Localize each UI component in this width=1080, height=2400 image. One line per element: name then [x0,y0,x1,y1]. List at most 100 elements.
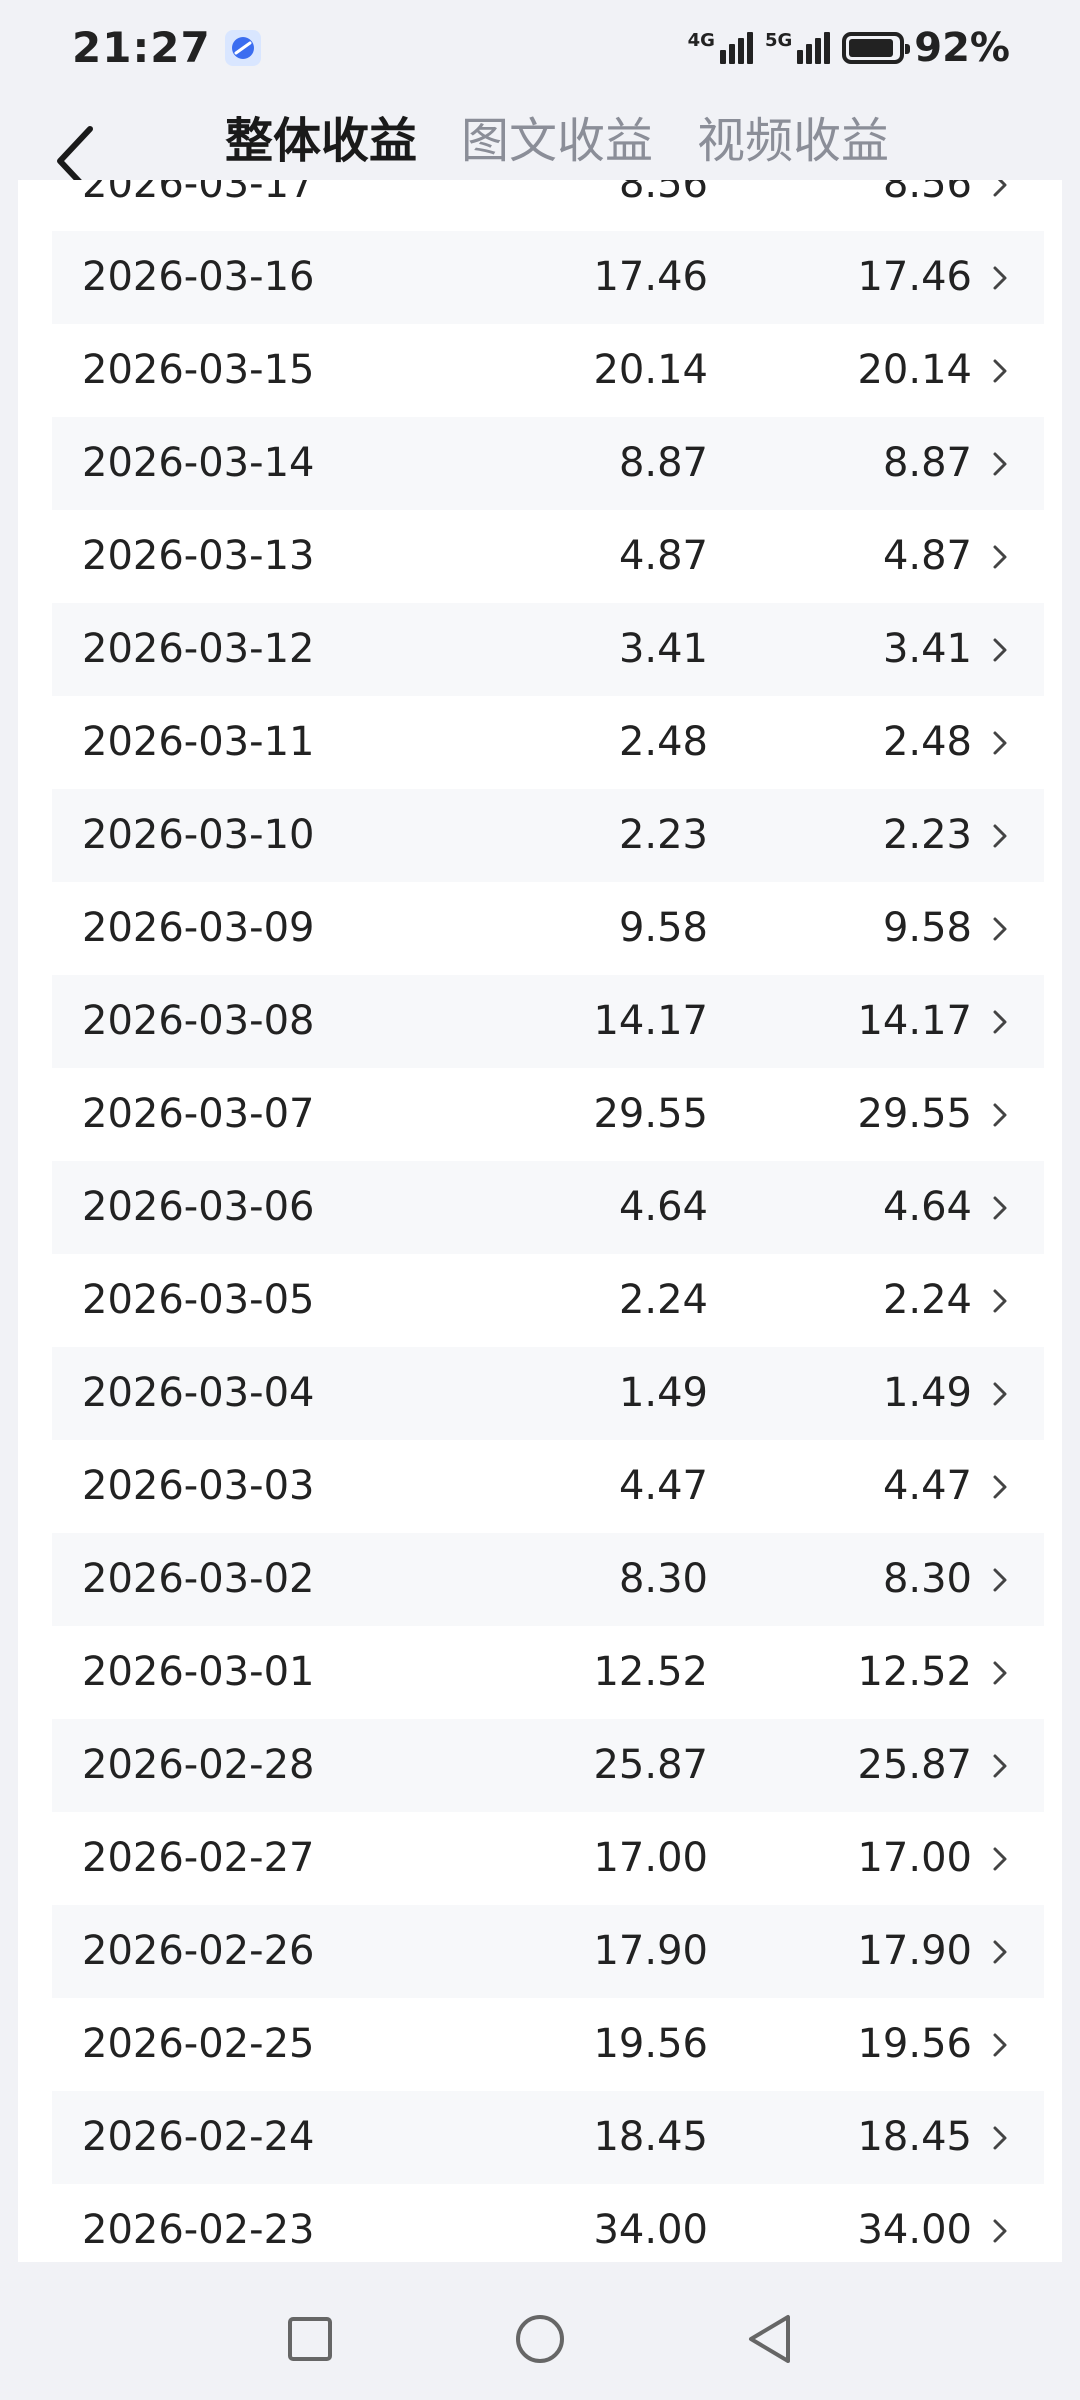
chevron-right-icon [993,1382,1007,1406]
chevron-right-icon [993,1289,1007,1313]
table-row[interactable]: 2026-03-17 8.56 8.56 [52,180,1044,231]
table-row[interactable]: 2026-03-12 3.41 3.41 [52,603,1044,696]
chevron-right-icon [993,1568,1007,1592]
table-row[interactable]: 2026-02-27 17.00 17.00 [52,1812,1044,1905]
table-row[interactable]: 2026-02-23 34.00 34.00 [52,2184,1044,2262]
row-value-detail: 8.30 [882,1556,972,1602]
row-value-total: 3.41 [618,626,708,672]
row-date: 2026-03-13 [82,533,315,579]
table-row[interactable]: 2026-03-07 29.55 29.55 [52,1068,1044,1161]
tab-article-revenue[interactable]: 图文收益 [461,101,653,171]
chevron-right-icon [993,1103,1007,1127]
row-value-detail: 9.58 [882,905,972,951]
row-date: 2026-03-10 [82,812,315,858]
battery-indicator: 92% [842,25,1010,71]
chevron-right-icon [993,2033,1007,2057]
chevron-right-icon [993,1475,1007,1499]
row-date: 2026-02-27 [82,1835,315,1881]
table-row[interactable]: 2026-03-04 1.49 1.49 [52,1347,1044,1440]
row-date: 2026-03-11 [82,719,315,765]
row-date: 2026-03-01 [82,1649,315,1695]
chevron-right-icon [993,1940,1007,1964]
row-value-total: 8.30 [618,1556,708,1602]
row-value-detail: 17.90 [857,1928,972,1974]
table-row[interactable]: 2026-03-15 20.14 20.14 [52,324,1044,417]
header: 整体收益 图文收益 视频收益 [0,95,1080,196]
row-value-total: 17.46 [593,254,708,300]
row-value-total: 17.00 [593,1835,708,1881]
row-value-total: 9.58 [618,905,708,951]
row-date: 2026-03-04 [82,1370,315,1416]
row-value-total: 4.47 [618,1463,708,1509]
status-right: 4G 5G 92% [688,25,1010,71]
row-value-total: 4.64 [618,1184,708,1230]
table-row[interactable]: 2026-03-01 12.52 12.52 [52,1626,1044,1719]
signal-4g-icon: 4G [687,29,753,64]
chevron-right-icon [993,452,1007,476]
table-row[interactable]: 2026-02-26 17.90 17.90 [52,1905,1044,1998]
signal-5g-icon: 5G [764,29,831,64]
tab-overall-revenue[interactable]: 整体收益 [225,101,417,171]
table-row[interactable]: 2026-03-06 4.64 4.64 [52,1161,1044,1254]
home-button[interactable] [505,2304,575,2374]
row-value-detail: 2.24 [882,1277,972,1323]
row-value-total: 4.87 [618,533,708,579]
tab-video-revenue[interactable]: 视频收益 [697,101,889,171]
chevron-right-icon [993,2219,1007,2243]
row-value-total: 2.23 [618,812,708,858]
table-row[interactable]: 2026-02-28 25.87 25.87 [52,1719,1044,1812]
row-date: 2026-03-03 [82,1463,315,1509]
row-value-detail: 12.52 [857,1649,972,1695]
row-value-total: 14.17 [593,998,708,1044]
chevron-right-icon [993,1010,1007,1034]
row-value-total: 19.56 [593,2021,708,2067]
table-row[interactable]: 2026-03-02 8.30 8.30 [52,1533,1044,1626]
row-value-detail: 18.45 [857,2114,972,2160]
row-date: 2026-03-16 [82,254,315,300]
table-row[interactable]: 2026-03-10 2.23 2.23 [52,789,1044,882]
net-label-2: 5G [764,29,793,51]
chevron-right-icon [993,180,1007,197]
chevron-right-icon [993,1847,1007,1871]
row-date: 2026-03-15 [82,347,315,393]
row-date: 2026-02-24 [82,2114,315,2160]
table-row[interactable]: 2026-03-13 4.87 4.87 [52,510,1044,603]
table-row[interactable]: 2026-03-11 2.48 2.48 [52,696,1044,789]
row-date: 2026-03-06 [82,1184,315,1230]
row-date: 2026-03-12 [82,626,315,672]
table-row[interactable]: 2026-03-16 17.46 17.46 [52,231,1044,324]
recents-button[interactable] [275,2304,345,2374]
row-date: 2026-03-05 [82,1277,315,1323]
table-row[interactable]: 2026-03-03 4.47 4.47 [52,1440,1044,1533]
table-row[interactable]: 2026-02-24 18.45 18.45 [52,2091,1044,2184]
battery-fill [849,38,894,57]
row-value-detail: 14.17 [857,998,972,1044]
row-value-detail: 4.47 [882,1463,972,1509]
row-value-detail: 1.49 [882,1370,972,1416]
table-row[interactable]: 2026-02-25 19.56 19.56 [52,1998,1044,2091]
battery-percent: 92% [914,24,1010,71]
row-date: 2026-03-08 [82,998,315,1044]
home-icon [516,2315,564,2363]
table-row[interactable]: 2026-03-05 2.24 2.24 [52,1254,1044,1347]
row-value-detail: 29.55 [857,1091,972,1137]
chevron-right-icon [993,1196,1007,1220]
row-date: 2026-02-25 [82,2021,315,2067]
row-value-detail: 2.48 [882,719,972,765]
table-row[interactable]: 2026-03-09 9.58 9.58 [52,882,1044,975]
row-value-total: 25.87 [593,1742,708,1788]
row-value-detail: 2.23 [882,812,972,858]
row-value-detail: 20.14 [857,347,972,393]
chevron-right-icon [993,359,1007,383]
row-value-detail: 19.56 [857,2021,972,2067]
app-notification-icon [224,29,261,66]
system-nav-bar [0,2282,1080,2400]
row-value-total: 34.00 [593,2207,708,2253]
status-bar: 21:27 4G 5G 92% [0,0,1080,95]
row-date: 2026-02-26 [82,1928,315,1974]
table-row[interactable]: 2026-03-14 8.87 8.87 [52,417,1044,510]
table-row[interactable]: 2026-03-08 14.17 14.17 [52,975,1044,1068]
nav-back-button[interactable] [735,2304,805,2374]
chevron-right-icon [993,1661,1007,1685]
net-label-1: 4G [687,29,715,51]
